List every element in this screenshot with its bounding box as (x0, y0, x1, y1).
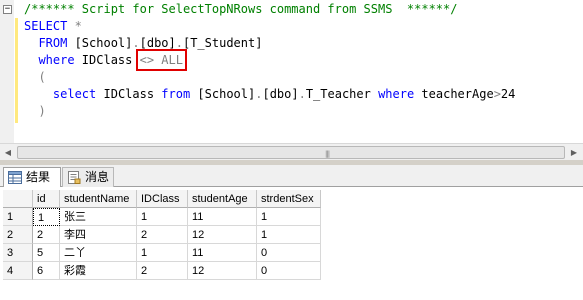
grid-cell[interactable]: 0 (257, 244, 321, 262)
code-token: FROM (38, 36, 68, 50)
scrollbar-thumb[interactable]: ||| (17, 146, 565, 159)
row-header-corner[interactable] (3, 190, 33, 208)
results-tab-bar: 结果 消息 (0, 165, 583, 187)
messages-icon (68, 171, 81, 184)
code-token: IDClass (96, 87, 162, 101)
grid-cell[interactable]: 2 (137, 262, 188, 280)
grid-cell[interactable]: 李四 (60, 226, 137, 244)
code-token: where (38, 53, 75, 67)
grid-cell[interactable]: 11 (188, 244, 257, 262)
grid-cell[interactable]: 二丫 (60, 244, 137, 262)
scrollbar-grip-icon: ||| (325, 150, 330, 158)
row-number[interactable]: 1 (3, 208, 33, 226)
code-token: where (378, 87, 415, 101)
code-token: SELECT (24, 19, 68, 33)
scroll-left-icon[interactable]: ◀ (0, 145, 16, 160)
code-line[interactable]: ( (24, 69, 515, 86)
highlighted-operator: <> ALL (135, 49, 188, 71)
code-line[interactable]: select IDClass from [School].[dbo].T_Tea… (24, 86, 515, 103)
tab-results-label: 结果 (26, 170, 51, 184)
grid-cell[interactable]: 1 (137, 208, 188, 226)
code-token: T_Teacher (305, 87, 379, 101)
code-token: [T_Student] (182, 36, 263, 50)
grid-cell[interactable]: 1 (257, 208, 321, 226)
code-token: ( (38, 70, 46, 84)
grid-cell[interactable]: 2 (33, 226, 60, 244)
grid-cell[interactable]: 1 (137, 244, 188, 262)
code-token: from (161, 87, 191, 101)
code-token: [dbo] (139, 36, 176, 50)
tab-messages[interactable]: 消息 (62, 167, 114, 187)
code-line[interactable]: /****** Script for SelectTopNRows comman… (24, 1, 515, 18)
changed-lines-marker (15, 18, 18, 123)
row-number[interactable]: 3 (3, 244, 33, 262)
code-token: > (493, 87, 501, 101)
grid-cell[interactable]: 0 (257, 262, 321, 280)
code-token: 24 (500, 87, 516, 101)
editor-gutter (0, 0, 14, 143)
column-header[interactable]: id (33, 190, 60, 208)
code-token: . (175, 36, 183, 50)
sql-editor[interactable]: − /****** Script for SelectTopNRows comm… (0, 0, 583, 143)
grid-cell[interactable]: 5 (33, 244, 60, 262)
grid-cell[interactable]: 11 (188, 208, 257, 226)
code-token: . (298, 87, 306, 101)
grid-cell[interactable]: 6 (33, 262, 60, 280)
grid-cell[interactable]: 12 (188, 226, 257, 244)
grid-cell[interactable]: 1 (257, 226, 321, 244)
scroll-right-icon[interactable]: ▶ (566, 145, 582, 160)
column-header[interactable]: IDClass (137, 190, 188, 208)
code-token: [School] (190, 87, 256, 101)
code-token: ) (38, 104, 46, 118)
code-line[interactable]: SELECT * (24, 18, 515, 35)
column-header[interactable]: studentName (60, 190, 137, 208)
code-token: . (132, 36, 140, 50)
code-token: [dbo] (262, 87, 299, 101)
code-token: [School] (67, 36, 133, 50)
code-line[interactable]: FROM [School].[dbo].[T_Student] (24, 35, 515, 52)
code-line[interactable]: ) (24, 103, 515, 120)
row-number[interactable]: 2 (3, 226, 33, 244)
editor-horizontal-scrollbar[interactable]: ◀ ||| ▶ (0, 143, 583, 160)
grid-cell[interactable]: 彩霞 (60, 262, 137, 280)
code-token: select (52, 87, 97, 101)
code-line[interactable]: where IDClass <> ALL (24, 49, 515, 71)
row-number[interactable]: 4 (3, 262, 33, 280)
sql-code[interactable]: /****** Script for SelectTopNRows comman… (24, 1, 515, 120)
code-token: /****** Script for SelectTopNRows comman… (24, 2, 458, 16)
code-token: * (74, 19, 82, 33)
grid-cell[interactable]: 2 (137, 226, 188, 244)
code-token: teacherAge (414, 87, 494, 101)
tab-messages-label: 消息 (85, 170, 110, 184)
collapse-icon[interactable]: − (3, 5, 12, 14)
grid-icon (8, 171, 22, 184)
code-token: IDClass (74, 53, 140, 67)
column-header[interactable]: strdentSex (257, 190, 321, 208)
column-header[interactable]: studentAge (188, 190, 257, 208)
grid-cell[interactable]: 12 (188, 262, 257, 280)
grid-cell[interactable]: 1 (33, 208, 60, 226)
grid-cell[interactable]: 张三 (60, 208, 137, 226)
tab-results[interactable]: 结果 (3, 167, 61, 187)
